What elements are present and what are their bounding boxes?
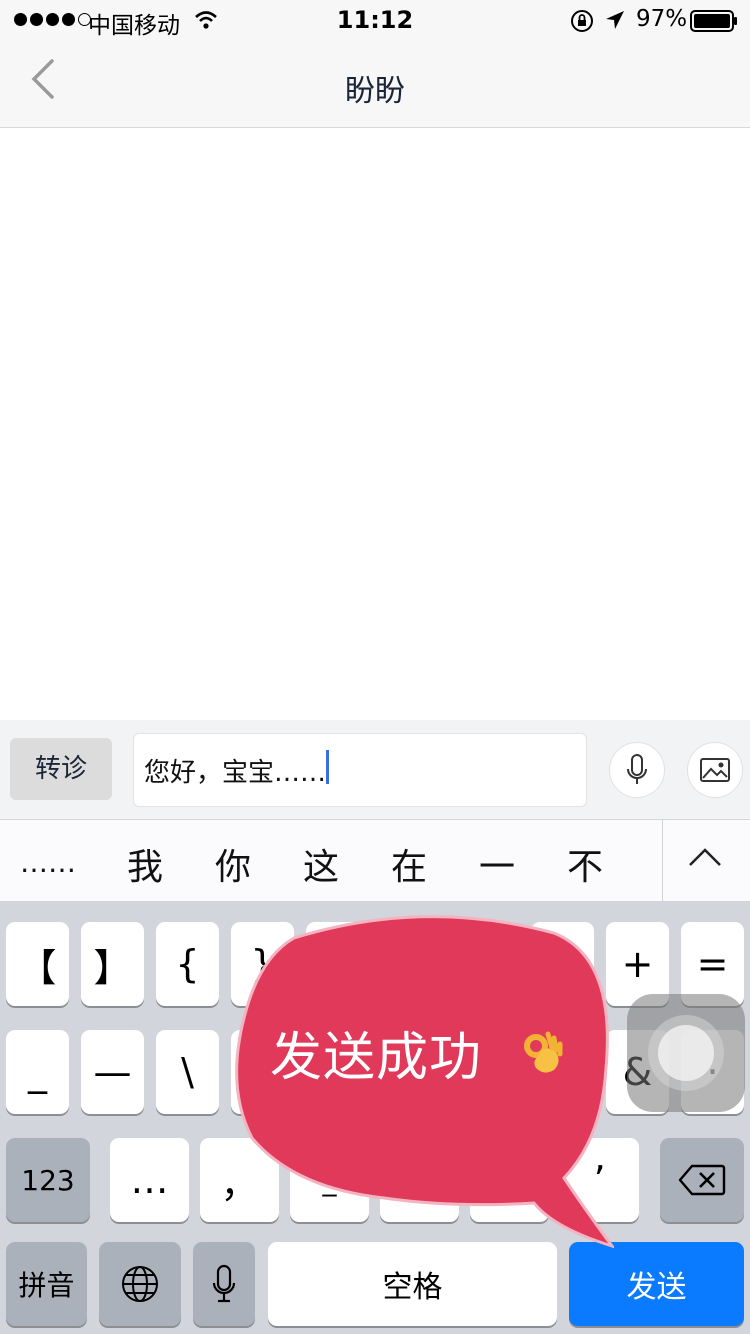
orientation-lock-icon: [570, 9, 594, 37]
page-title: 盼盼: [345, 74, 405, 109]
image-button[interactable]: [687, 742, 743, 798]
ok-hand-icon: [520, 1030, 566, 1080]
nav-bar: 盼盼: [0, 40, 750, 128]
globe-key[interactable]: [99, 1242, 181, 1326]
image-icon: [700, 758, 730, 782]
transfer-button[interactable]: 转诊: [10, 738, 112, 800]
chat-message-area[interactable]: [0, 129, 750, 720]
battery-percent: 97%: [636, 6, 688, 32]
backspace-icon: [678, 1164, 726, 1196]
key[interactable]: \: [156, 1030, 219, 1114]
numbers-key[interactable]: 123: [6, 1138, 90, 1222]
globe-icon: [122, 1266, 158, 1302]
assistive-touch-button[interactable]: [627, 994, 745, 1112]
key[interactable]: _: [6, 1030, 69, 1114]
chevron-up-icon[interactable]: [688, 846, 722, 872]
key[interactable]: 【: [6, 922, 69, 1006]
voice-input-button[interactable]: [609, 742, 665, 798]
space-key[interactable]: 空格: [268, 1242, 557, 1326]
send-key[interactable]: 发送: [569, 1242, 744, 1326]
candidate-item[interactable]: 一: [479, 838, 515, 890]
pinyin-key[interactable]: 拼音: [6, 1242, 87, 1326]
battery-icon: [690, 10, 738, 36]
status-bar: 中国移动 11:12 97%: [0, 0, 750, 40]
candidate-bar: …… 我 你 这 在 一 不: [0, 819, 750, 902]
success-toast-text: 发送成功: [270, 1028, 483, 1088]
candidate-item[interactable]: 我: [127, 838, 163, 890]
microphone-icon: [627, 754, 647, 784]
candidate-item[interactable]: 在: [391, 838, 427, 890]
message-input-text: 您好，宝宝……: [144, 758, 327, 788]
candidate-ellipsis[interactable]: ……: [20, 846, 76, 879]
delete-key[interactable]: [660, 1138, 744, 1222]
location-icon: [604, 9, 626, 35]
candidate-item[interactable]: 不: [567, 838, 603, 890]
dictation-key[interactable]: [193, 1242, 255, 1326]
key[interactable]: —: [81, 1030, 144, 1114]
candidate-item[interactable]: 这: [303, 838, 339, 890]
key[interactable]: 】: [81, 922, 144, 1006]
composer-bar: 转诊 您好，宝宝……: [0, 720, 750, 819]
microphone-icon: [212, 1264, 236, 1303]
text-caret: [326, 750, 329, 784]
key[interactable]: {: [156, 922, 219, 1006]
candidate-item[interactable]: 你: [215, 838, 251, 890]
message-input[interactable]: 您好，宝宝……: [133, 733, 587, 807]
candidate-divider: [662, 820, 663, 902]
key[interactable]: …: [110, 1138, 189, 1222]
